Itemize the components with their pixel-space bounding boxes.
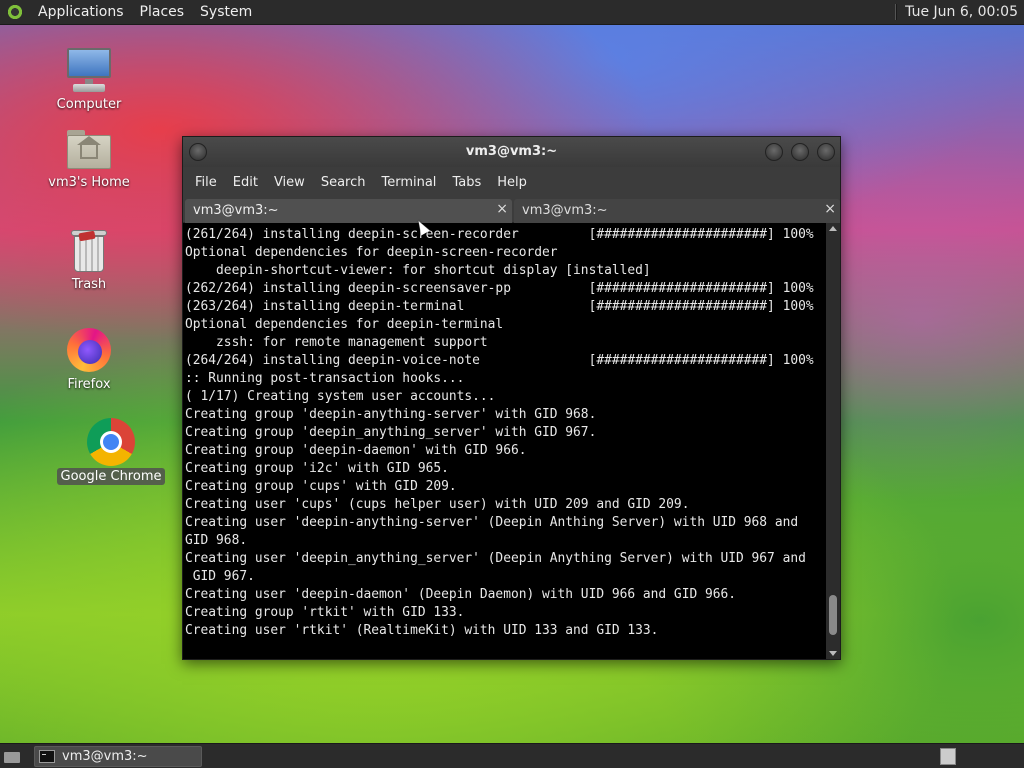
desktop-icon-firefox[interactable]: Firefox — [34, 326, 144, 393]
terminal-line: Creating user 'cups' (cups helper user) … — [185, 497, 690, 512]
tab-label: vm3@vm3:~ — [193, 203, 279, 218]
taskbar-item-label: vm3@vm3:~ — [62, 749, 148, 764]
home-folder-icon — [65, 128, 113, 172]
terminal-line: (264/264) installing deepin-voice-note [… — [185, 353, 814, 368]
applications-menu[interactable]: Applications — [30, 0, 132, 25]
terminal-line: Creating user 'deepin-anything-server' (… — [185, 515, 799, 530]
terminal-line: Creating group 'deepin-daemon' with GID … — [185, 443, 527, 458]
menu-edit[interactable]: Edit — [225, 175, 266, 190]
chrome-icon — [87, 418, 135, 466]
terminal-scrollbar[interactable] — [826, 223, 840, 659]
menu-file[interactable]: File — [187, 175, 225, 190]
trash-icon — [69, 228, 109, 274]
top-panel: Applications Places System Tue Jun 6, 00… — [0, 0, 1024, 25]
terminal-line: ( 1/17) Creating system user accounts... — [185, 389, 496, 404]
terminal-line: Creating group 'cups' with GID 209. — [185, 479, 457, 494]
mate-logo-icon[interactable] — [6, 3, 24, 21]
tab-1[interactable]: vm3@vm3:~ × — [185, 199, 512, 223]
firefox-icon — [65, 326, 113, 374]
desktop-icon-label: Trash — [71, 277, 107, 292]
scroll-up-icon[interactable] — [829, 226, 837, 231]
menu-help[interactable]: Help — [489, 175, 535, 190]
desktop-icon-chrome[interactable]: Google Chrome — [56, 418, 166, 485]
terminal-line: deepin-shortcut-viewer: for shortcut dis… — [185, 263, 651, 278]
window-titlebar[interactable]: vm3@vm3:~ — [183, 137, 840, 167]
terminal-line: Creating user 'rtkit' (RealtimeKit) with… — [185, 623, 659, 638]
terminal-line: :: Running post-transaction hooks... — [185, 371, 465, 386]
show-desktop-button[interactable] — [2, 747, 22, 765]
window-title: vm3@vm3:~ — [465, 144, 558, 159]
terminal-line: (263/264) installing deepin-terminal [##… — [185, 299, 814, 314]
desktop-icon-trash[interactable]: Trash — [34, 228, 144, 293]
menu-tabs[interactable]: Tabs — [444, 175, 489, 190]
terminal-line: Creating user 'deepin_anything_server' (… — [185, 551, 806, 566]
desktop-icon-label: Google Chrome — [56, 468, 166, 485]
terminal-menubar: File Edit View Search Terminal Tabs Help — [183, 167, 840, 197]
tab-2[interactable]: vm3@vm3:~ × — [514, 199, 840, 223]
minimize-button[interactable] — [765, 143, 783, 161]
terminal-line: zssh: for remote management support — [185, 335, 488, 350]
taskbar-item-terminal[interactable]: vm3@vm3:~ — [34, 746, 202, 767]
terminal-line: Creating group 'i2c' with GID 965. — [185, 461, 449, 476]
desktop-icon-label: Firefox — [67, 377, 111, 392]
computer-icon — [65, 46, 113, 94]
clock[interactable]: Tue Jun 6, 00:05 — [905, 4, 1024, 20]
desktop-icon-home[interactable]: vm3's Home — [34, 128, 144, 191]
menu-search[interactable]: Search — [313, 175, 374, 190]
system-menu[interactable]: System — [192, 0, 260, 25]
bottom-panel: vm3@vm3:~ — [0, 743, 1024, 768]
tab-label: vm3@vm3:~ — [522, 203, 608, 218]
scrollbar-thumb[interactable] — [829, 595, 837, 635]
terminal-output[interactable]: (261/264) installing deepin-screen-recor… — [183, 223, 826, 659]
tab-bar: vm3@vm3:~ × vm3@vm3:~ × — [183, 197, 840, 223]
workspace-switcher[interactable] — [940, 748, 956, 765]
terminal-line: Creating group 'rtkit' with GID 133. — [185, 605, 465, 620]
terminal-line: Creating group 'deepin_anything_server' … — [185, 425, 597, 440]
places-menu[interactable]: Places — [132, 0, 193, 25]
desktop-icon-computer[interactable]: Computer — [34, 46, 144, 113]
desktop-icon-label: Computer — [56, 97, 122, 112]
terminal-line: GID 967. — [185, 569, 255, 584]
maximize-button[interactable] — [791, 143, 809, 161]
terminal-line: (262/264) installing deepin-screensaver-… — [185, 281, 814, 296]
terminal-line: Creating group 'deepin-anything-server' … — [185, 407, 597, 422]
close-button[interactable] — [817, 143, 835, 161]
terminal-window[interactable]: vm3@vm3:~ File Edit View Search Terminal… — [182, 136, 841, 660]
panel-separator — [895, 4, 898, 20]
tab-close-icon[interactable]: × — [824, 201, 836, 217]
menu-terminal[interactable]: Terminal — [373, 175, 444, 190]
scroll-down-icon[interactable] — [829, 651, 837, 656]
menu-view[interactable]: View — [266, 175, 313, 190]
tab-close-icon[interactable]: × — [496, 201, 508, 217]
terminal-line: Creating user 'deepin-daemon' (Deepin Da… — [185, 587, 737, 602]
terminal-icon — [39, 750, 55, 763]
desktop-icon — [4, 752, 20, 763]
terminal-line: Optional dependencies for deepin-termina… — [185, 317, 504, 332]
terminal-line: (261/264) installing deepin-screen-recor… — [185, 227, 814, 242]
terminal-line: GID 968. — [185, 533, 248, 548]
desktop-icon-label: vm3's Home — [48, 175, 130, 190]
terminal-line: Optional dependencies for deepin-screen-… — [185, 245, 558, 260]
